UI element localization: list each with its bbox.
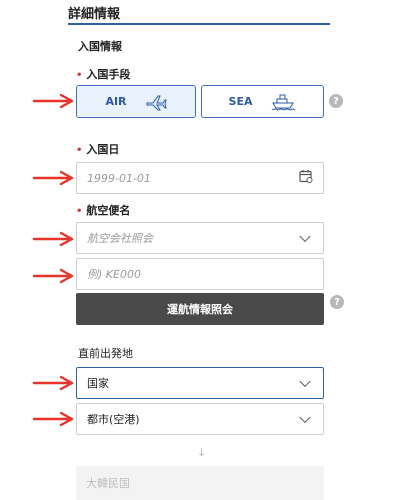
required-marker: • bbox=[76, 70, 83, 81]
country-value: 国家 bbox=[87, 377, 109, 390]
annotation-arrow-icon bbox=[32, 375, 74, 391]
chevron-down-icon bbox=[299, 411, 311, 424]
chevron-down-icon bbox=[299, 230, 311, 243]
annotation-arrow-icon bbox=[32, 268, 74, 284]
flight-lookup-button[interactable]: 運航情報照会 bbox=[76, 293, 324, 325]
entry-method-label: • 入国手段 bbox=[76, 68, 131, 81]
flight-number-input[interactable]: 例) KE000 bbox=[76, 258, 324, 290]
entry-date-placeholder: 1999-01-01 bbox=[87, 171, 151, 185]
calendar-icon[interactable] bbox=[299, 169, 313, 188]
flight-number-placeholder: 例) KE000 bbox=[87, 268, 141, 281]
required-marker: • bbox=[76, 206, 83, 217]
air-option-label: AIR bbox=[105, 95, 127, 108]
country-select[interactable]: 国家 bbox=[76, 367, 324, 399]
annotation-arrow-icon bbox=[32, 411, 74, 427]
city-select[interactable]: 都市(空港) bbox=[76, 403, 324, 435]
arrow-down-icon: ↓ bbox=[197, 446, 207, 459]
section-title: 入国情報 bbox=[78, 40, 122, 53]
air-option-button[interactable]: AIR bbox=[76, 85, 196, 118]
sea-option-button[interactable]: SEA bbox=[201, 85, 324, 118]
sea-option-label: SEA bbox=[228, 95, 253, 108]
flight-label: • 航空便名 bbox=[76, 204, 131, 217]
destination-value: 大韓民国 bbox=[86, 477, 130, 490]
header-underline bbox=[68, 23, 330, 25]
airline-placeholder: 航空会社照会 bbox=[87, 232, 153, 245]
airline-select[interactable]: 航空会社照会 bbox=[76, 222, 324, 254]
city-value: 都市(空港) bbox=[87, 413, 140, 426]
annotation-arrow-icon bbox=[32, 231, 74, 247]
annotation-arrow-icon bbox=[32, 93, 74, 109]
ship-icon bbox=[270, 93, 296, 111]
annotation-arrow-icon bbox=[32, 170, 74, 186]
flight-help-icon[interactable]: ? bbox=[330, 295, 344, 309]
entry-date-input[interactable]: 1999-01-01 bbox=[76, 162, 324, 194]
destination-field: 大韓民国 bbox=[76, 466, 324, 500]
departure-label: 直前出発地 bbox=[78, 347, 133, 360]
airplane-icon bbox=[145, 93, 167, 111]
chevron-down-icon bbox=[299, 375, 311, 388]
page-title: 詳細情報 bbox=[68, 7, 121, 22]
entry-date-label: • 入国日 bbox=[76, 143, 120, 156]
entry-method-help-icon[interactable]: ? bbox=[329, 94, 343, 108]
required-marker: • bbox=[76, 145, 83, 156]
